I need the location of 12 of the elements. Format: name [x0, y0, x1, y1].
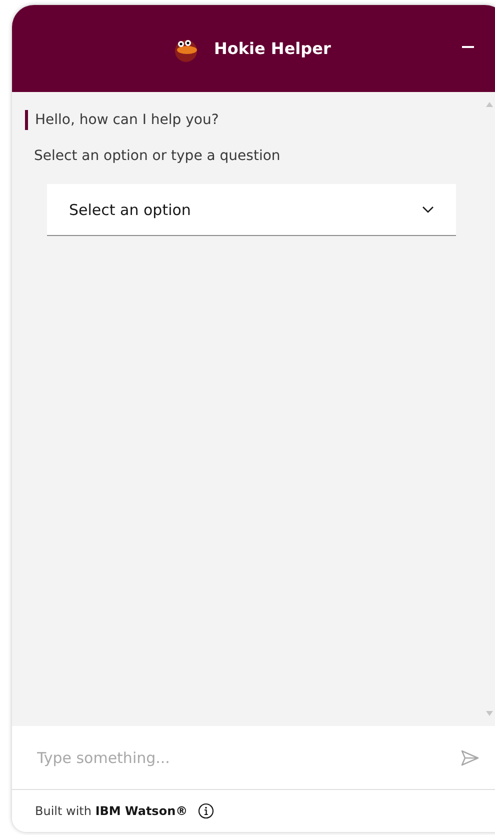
footer-text: Built with IBM Watson® — [35, 804, 188, 818]
info-icon[interactable] — [198, 803, 214, 819]
bot-message: Select an option or type a question — [34, 147, 282, 166]
scroll-down-icon[interactable] — [486, 711, 493, 716]
chat-title: Hokie Helper — [214, 39, 331, 58]
bot-message: Hello, how can I help you? — [25, 110, 495, 130]
scroll-up-icon[interactable] — [486, 102, 493, 107]
send-icon — [461, 750, 479, 766]
option-dropdown[interactable]: Select an option — [47, 184, 456, 236]
chevron-down-icon — [422, 206, 434, 213]
message-input[interactable]: Type something... — [12, 736, 461, 778]
send-button[interactable] — [461, 750, 479, 766]
